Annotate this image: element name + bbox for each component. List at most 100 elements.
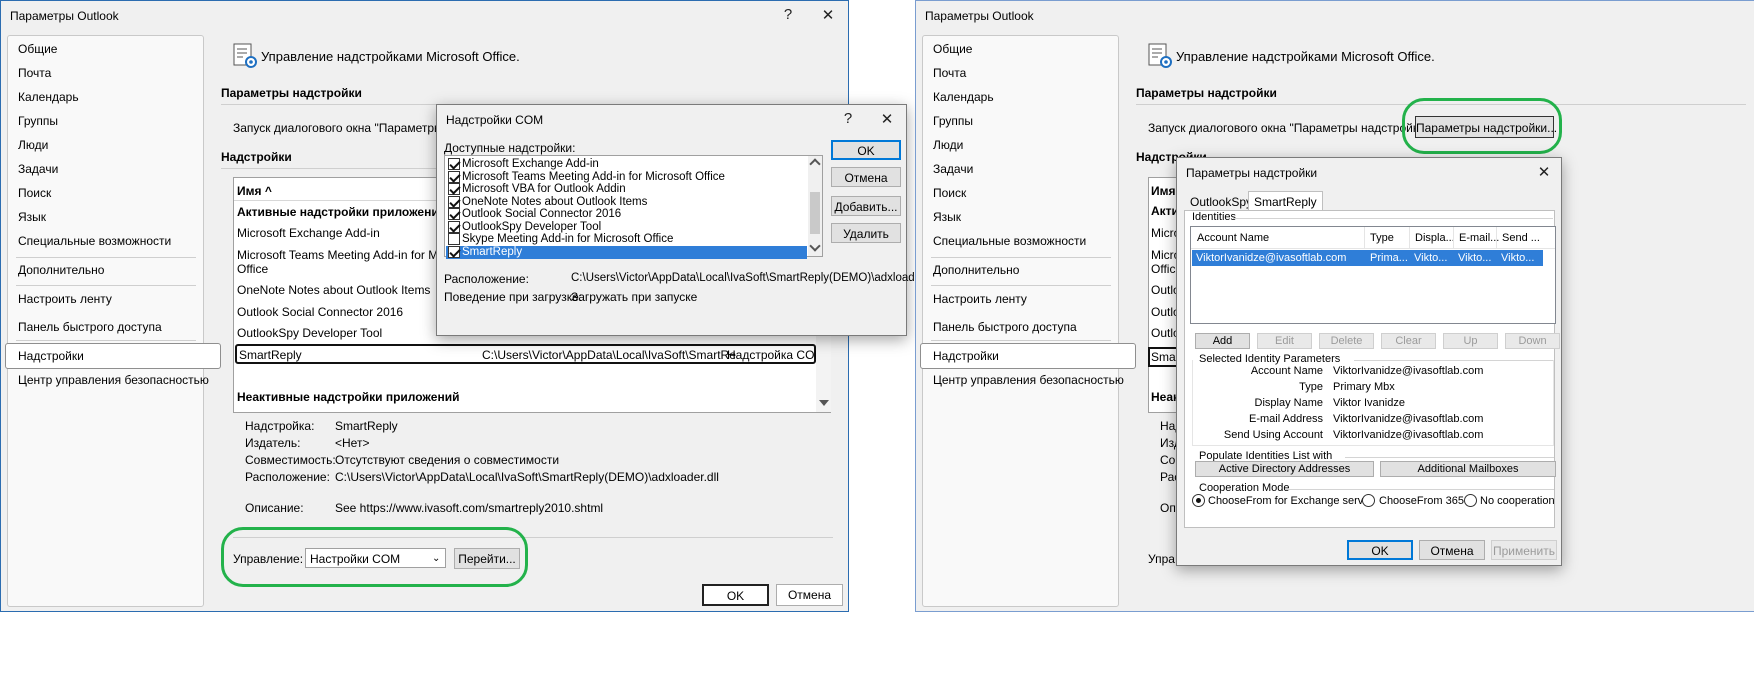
detail-value: <Нет> [335,436,370,450]
checkbox[interactable] [448,245,460,258]
checkbox-label: Skype Meeting Add-in for Microsoft Offic… [462,233,674,245]
table-row[interactable]: Microsoft Exchange Add-in [237,226,380,240]
radio-exchange[interactable] [1192,494,1205,507]
sidebar-item-customize-ribbon[interactable]: Настроить ленту [933,292,1027,306]
close-icon[interactable]: ✕ [876,110,898,128]
param-value: Primary Mbx [1333,381,1395,393]
cell-display: Vikto... [1414,252,1448,264]
column-header[interactable]: Send ... [1502,232,1540,244]
cancel-button[interactable]: Отмена [831,167,901,187]
addin-checklist-item[interactable]: Microsoft VBA for Outlook Addin [446,183,807,196]
table-row[interactable]: Microsoft Teams Meeting Add-in for Micro [237,248,458,262]
column-header[interactable]: Type [1370,232,1394,244]
addin-checklist-item[interactable]: OneNote Notes about Outlook Items [446,195,807,209]
radio-no-cooperation[interactable] [1464,494,1477,507]
cell-type: Prima... [1370,252,1408,264]
help-button[interactable]: ? [837,110,859,127]
addin-checklist-item[interactable]: SmartReply [446,245,807,259]
tab-smartreply[interactable]: SmartReply [1248,191,1323,210]
cancel-button[interactable]: Отмена [776,584,843,606]
sidebar-item-language[interactable]: Язык [18,210,46,224]
addins-checklist: Microsoft Exchange Add-in Microsoft Teams… [444,155,823,259]
checkbox[interactable] [448,170,460,183]
checkbox[interactable] [448,233,460,245]
sidebar-divider [931,285,1111,286]
sidebar-item-tasks[interactable]: Задачи [18,162,58,176]
addin-checklist-item[interactable]: Outlook Social Connector 2016 [446,208,807,221]
checkbox[interactable] [448,183,460,195]
sidebar-item-advanced[interactable]: Дополнительно [933,263,1019,277]
sidebar-item-addins[interactable]: Надстройки [933,349,999,363]
window-title: Параметры Outlook [10,9,119,23]
table-row[interactable]: Outlook Social Connector 2016 [237,305,403,319]
table-row[interactable]: OneNote Notes about Outlook Items [237,283,430,297]
close-icon[interactable]: ✕ [817,6,839,24]
checkbox[interactable] [448,195,460,208]
sidebar-item-accessibility[interactable]: Специальные возможности [18,234,171,248]
radio-label[interactable]: ChooseFrom 365 [1379,495,1464,507]
identity-edit-button[interactable]: Edit [1257,333,1312,349]
sidebar-item-quick-access[interactable]: Панель быстрого доступа [18,320,162,334]
remove-button[interactable]: Удалить [831,223,901,243]
cancel-button[interactable]: Отмена [1419,540,1485,560]
addin-checklist-item[interactable]: Microsoft Teams Meeting Add-in for Micro… [446,170,807,184]
sidebar-item-accessibility[interactable]: Специальные возможности [933,234,1086,248]
sidebar-item-addins[interactable]: Надстройки [18,349,84,363]
sidebar-item-mail[interactable]: Почта [933,66,966,80]
sidebar-item-trust-center[interactable]: Центр управления безопасностью [18,373,209,387]
table-row-continued[interactable]: Office [237,262,268,276]
checkbox[interactable] [448,158,460,170]
identity-delete-button[interactable]: Delete [1319,333,1374,349]
group-line [1233,218,1553,219]
sidebar-item-language[interactable]: Язык [933,210,961,224]
help-button[interactable]: ? [777,6,799,23]
sidebar-item-people[interactable]: Люди [18,138,48,152]
sidebar-item-groups[interactable]: Группы [18,114,58,128]
ok-button[interactable]: OK [702,584,769,606]
identity-down-button[interactable]: Down [1505,333,1560,349]
checkbox[interactable] [448,220,460,233]
sidebar-item-people[interactable]: Люди [933,138,963,152]
close-icon[interactable]: ✕ [1533,163,1555,181]
identity-clear-button[interactable]: Clear [1381,333,1436,349]
sidebar-item-customize-ribbon[interactable]: Настроить ленту [18,292,112,306]
scroll-down-icon[interactable] [819,400,829,406]
column-header[interactable]: E-mail... [1459,232,1499,244]
checkbox[interactable] [448,208,460,220]
column-name-header[interactable]: Имя ^ [237,184,272,198]
sidebar-item-general[interactable]: Общие [933,42,972,56]
ad-addresses-button[interactable]: Active Directory Addresses [1195,461,1374,477]
identity-up-button[interactable]: Up [1443,333,1498,349]
table-row[interactable]: ViktorIvanidze@ivasoftlab.com Prima... V… [1192,250,1543,266]
addin-checklist-item[interactable]: Microsoft Exchange Add-in [446,158,807,171]
sidebar-item-quick-access[interactable]: Панель быстрого доступа [933,320,1077,334]
add-button[interactable]: Добавить... [831,196,901,216]
radio-label[interactable]: ChooseFrom for Exchange server [1208,495,1373,507]
identity-add-button[interactable]: Add [1195,333,1250,349]
sidebar-item-advanced[interactable]: Дополнительно [18,263,104,277]
table-row[interactable]: OutlookSpy Developer Tool [237,326,382,340]
checkbox-label: Microsoft VBA for Outlook Addin [462,183,626,195]
sidebar-item-search[interactable]: Поиск [18,186,51,200]
addin-checklist-item[interactable]: OutlookSpy Developer Tool [446,220,807,234]
sidebar-item-tasks[interactable]: Задачи [933,162,973,176]
ok-button[interactable]: OK [1347,540,1413,560]
scroll-thumb[interactable] [810,192,820,234]
radio-365[interactable] [1362,494,1375,507]
addin-checklist-item[interactable]: Skype Meeting Add-in for Microsoft Offic… [446,233,807,246]
table-row-selected[interactable]: SmartReply C:\Users\Victor\AppData\Local… [235,344,824,364]
radio-label[interactable]: No cooperation [1480,495,1555,507]
sidebar-item-calendar[interactable]: Календарь [18,90,79,104]
additional-mailboxes-button[interactable]: Additional Mailboxes [1380,461,1556,477]
sidebar-item-groups[interactable]: Группы [933,114,973,128]
sidebar-item-calendar[interactable]: Календарь [933,90,994,104]
sidebar-item-general[interactable]: Общие [18,42,57,56]
ok-button[interactable]: OK [831,140,901,160]
column-header[interactable]: Account Name [1197,232,1269,244]
tab-outlookspy[interactable]: OutlookSpy [1189,195,1253,209]
column-header[interactable]: Displa... [1415,232,1455,244]
sidebar-item-trust-center[interactable]: Центр управления безопасностью [933,373,1124,387]
sidebar-item-mail[interactable]: Почта [18,66,51,80]
apply-button[interactable]: Применить [1491,540,1557,560]
sidebar-item-search[interactable]: Поиск [933,186,966,200]
